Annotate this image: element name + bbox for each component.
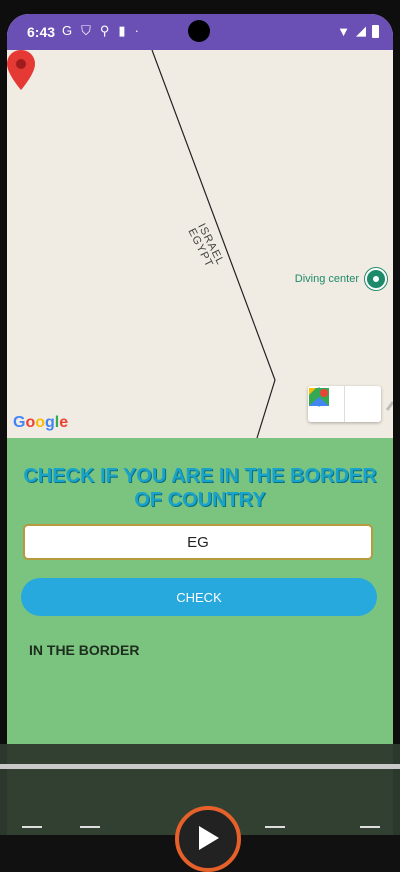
next-icon[interactable]	[360, 826, 380, 838]
status-time: 6:43	[27, 24, 56, 40]
camera-cutout	[188, 20, 210, 42]
country-code-input[interactable]	[23, 524, 373, 560]
phone-frame: 6:43 G ⛉ ⚲ ▮ · ▼ ◢ ISRAEL EGYPT Diving c…	[0, 0, 400, 872]
wifi-icon: ▼	[337, 23, 350, 39]
poi-label: Diving center	[294, 273, 359, 285]
signal-icon: ◢	[356, 23, 366, 38]
map-toolbar	[308, 386, 381, 422]
page-title: CHECK IF YOU ARE IN THE BORDER OF COUNTR…	[23, 465, 377, 511]
check-button[interactable]: CHECK	[21, 578, 377, 616]
poi-marker-icon	[365, 268, 387, 290]
location-pin-icon[interactable]	[7, 50, 35, 90]
location-icon: ⚲	[99, 23, 110, 38]
map-view[interactable]: ISRAEL EGYPT Diving center Google	[7, 50, 393, 438]
google-logo: Google	[13, 414, 69, 431]
status-bar: 6:43 G ⛉ ⚲ ▮ · ▼ ◢	[7, 14, 393, 50]
open-in-maps-button[interactable]	[309, 386, 381, 422]
prev-icon[interactable]	[22, 826, 42, 838]
media-progress-bar[interactable]	[0, 764, 400, 769]
rewind-icon[interactable]	[80, 826, 100, 838]
coast-line	[385, 401, 393, 411]
forward-icon[interactable]	[265, 826, 285, 838]
battery-icon	[372, 24, 379, 38]
status-icons-left: G ⛉ ⚲ ▮ ·	[62, 23, 139, 39]
app-screen: 6:43 G ⛉ ⚲ ▮ · ▼ ◢ ISRAEL EGYPT Diving c…	[7, 14, 393, 835]
poi-diving-center[interactable]: Diving center	[295, 268, 387, 290]
play-icon[interactable]	[175, 806, 241, 872]
shield-icon: ⛉	[81, 23, 91, 38]
status-icons-right: ▼ ◢	[337, 23, 379, 39]
result-text: IN THE BORDER	[29, 642, 140, 658]
google-icon: G	[62, 23, 73, 38]
dot-icon: ·	[134, 23, 139, 38]
sd-card-icon: ▮	[118, 23, 126, 38]
google-maps-icon	[309, 388, 329, 406]
